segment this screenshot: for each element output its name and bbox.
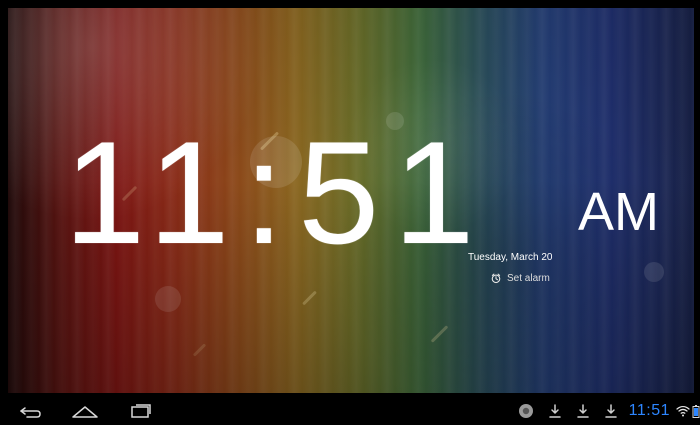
- clock-widget: 11:51 AM: [64, 118, 674, 268]
- recent-apps-button[interactable]: [126, 401, 156, 421]
- status-clock: 11:51: [628, 402, 670, 419]
- back-icon: [20, 407, 41, 418]
- clock-time: 11:51: [64, 111, 489, 274]
- set-alarm-button[interactable]: Set alarm: [490, 272, 550, 284]
- navigation-bar: 11:51: [0, 397, 700, 425]
- device-screen: 11:51 AM Tuesday, March 20 Set alarm 11:…: [0, 0, 700, 425]
- status-area: 11:51: [505, 397, 700, 425]
- set-alarm-label: Set alarm: [507, 272, 550, 284]
- wallpaper-bokeh: [155, 286, 181, 312]
- alarm-icon: [491, 273, 501, 284]
- recent-apps-icon: [131, 404, 151, 418]
- clock-meridiem: AM: [578, 182, 659, 242]
- wallpaper-streak: [192, 343, 207, 357]
- download-icon[interactable]: [575, 403, 591, 419]
- download-icon[interactable]: [603, 403, 619, 419]
- notification-icon[interactable]: [517, 402, 535, 420]
- download-icon[interactable]: [547, 403, 563, 419]
- home-button[interactable]: [70, 401, 100, 421]
- home-icon: [72, 406, 98, 418]
- clock-date: Tuesday, March 20: [468, 252, 553, 263]
- wallpaper-streak: [430, 325, 449, 343]
- wallpaper-streak: [302, 290, 317, 306]
- back-button[interactable]: [16, 401, 46, 421]
- wifi-icon: [676, 403, 690, 419]
- battery-icon: [692, 404, 700, 418]
